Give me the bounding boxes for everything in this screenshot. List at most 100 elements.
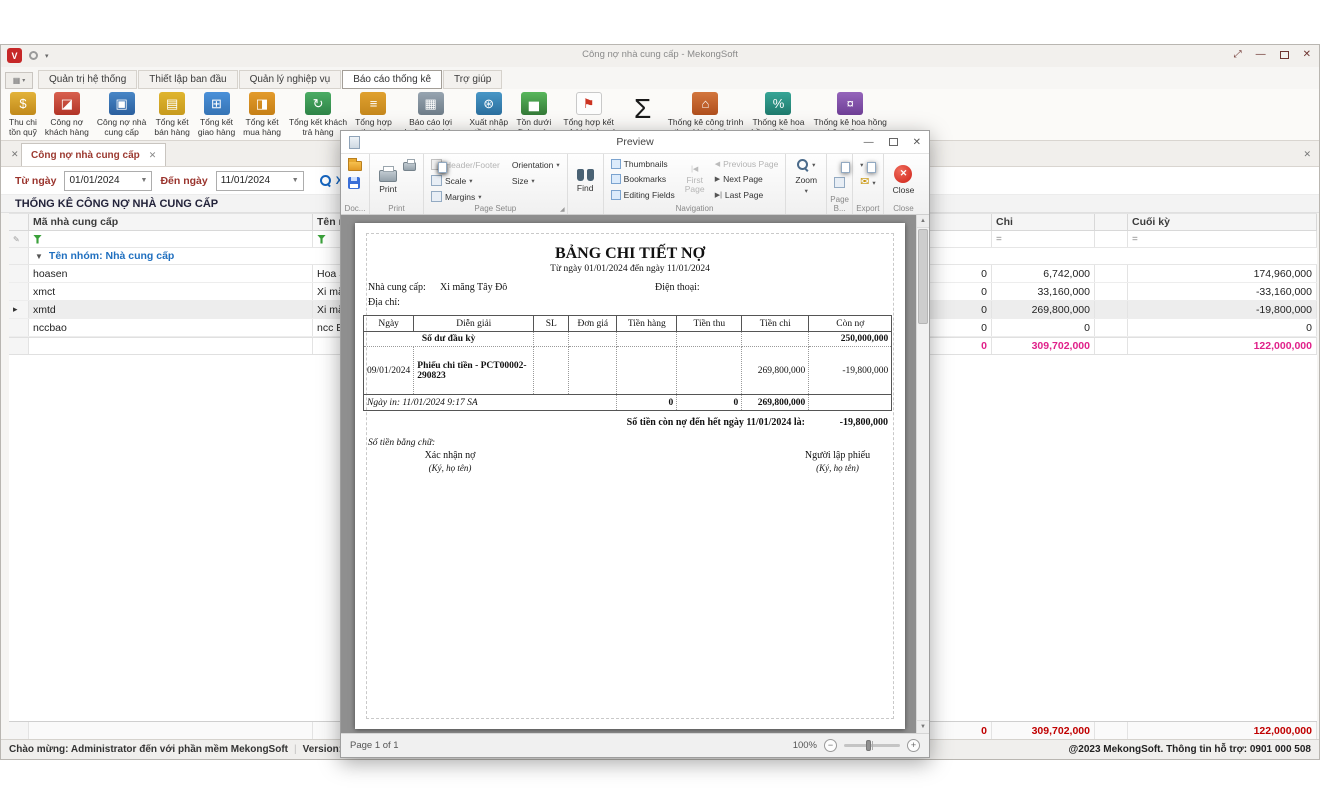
grand-total-chi: 309,702,000	[992, 722, 1095, 739]
to-date-input[interactable]: 11/01/2024 ▼	[216, 171, 304, 191]
preview-scrollbar[interactable]: ▲ ▼	[916, 215, 929, 733]
last-page-button[interactable]: ▶|Last Page	[713, 188, 781, 202]
scroll-up-icon[interactable]: ▲	[917, 215, 929, 228]
quick-print-button[interactable]	[401, 157, 418, 172]
filter-funnel-icon[interactable]	[317, 235, 326, 244]
tab-thiet-lap-ban-dau[interactable]: Thiết lập ban đầu	[138, 70, 237, 89]
return-arrow-icon: ↻	[305, 92, 331, 115]
window-controls: ⤢ — ✕	[1234, 49, 1311, 61]
close-button[interactable]: ✕	[1303, 49, 1311, 61]
collapse-triangle-icon[interactable]: ▼	[35, 252, 43, 261]
col-header-chi[interactable]: Chi	[992, 214, 1095, 230]
total-chi: 309,702,000	[992, 338, 1095, 354]
cell-gap	[1095, 265, 1128, 282]
ribbon-item-tong-ket-mua-hang[interactable]: ◨Tổng kếtmua hàng	[239, 91, 285, 138]
watermark-button[interactable]	[832, 175, 847, 190]
group-document: Doc...	[341, 154, 370, 214]
next-page-button[interactable]: ▶Next Page	[713, 172, 781, 186]
save-document-button[interactable]	[346, 175, 364, 190]
preview-minimize-button[interactable]: —	[864, 137, 874, 148]
minimize-button[interactable]: —	[1256, 49, 1266, 61]
zoom-out-icon[interactable]: −	[824, 739, 837, 752]
tab-quan-tri-he-thong[interactable]: Quản trị hệ thống	[38, 70, 137, 89]
zoom-out-button[interactable]: ▾	[795, 157, 817, 172]
find-button[interactable]: Find	[573, 157, 598, 202]
zoom-percent: 100%	[793, 740, 817, 751]
cell-cuoiky: 0	[1128, 319, 1317, 336]
ribbon-item-tong-ket-giao-hang[interactable]: ⊞Tổng kếtgiao hàng	[194, 91, 239, 138]
filter-funnel-icon[interactable]	[33, 235, 42, 244]
filter-indicator: ✎	[9, 231, 29, 247]
group-label: Export	[853, 204, 882, 214]
col-header-ma[interactable]: Mã nhà cung cấp	[29, 214, 313, 230]
tab-close-icon[interactable]: ✕	[149, 150, 157, 161]
chevron-down-icon[interactable]: ▼	[141, 177, 148, 184]
first-page-button[interactable]: |◀ First Page	[677, 157, 713, 202]
preview-maximize-button[interactable]	[889, 138, 898, 146]
close-preview-button[interactable]: ✕ Close	[889, 157, 919, 202]
filter-cell-chi[interactable]: =	[992, 231, 1095, 247]
fullscreen-button[interactable]: ⤢	[1234, 49, 1242, 61]
chevron-down-icon: ▾	[812, 161, 815, 169]
export-file-button[interactable]: ▾	[858, 157, 877, 172]
zoom-slider[interactable]	[844, 744, 900, 747]
zoom-in-icon[interactable]: +	[907, 739, 920, 752]
scale-button[interactable]: Scale▾	[429, 173, 502, 188]
preview-title-bar[interactable]: Preview — ✕	[341, 131, 929, 153]
last-page-icon: ▶|	[715, 191, 722, 199]
cell-gap	[1095, 283, 1128, 300]
filter-cell-ma[interactable]	[29, 231, 313, 247]
zoom-button[interactable]: Zoom ▾	[791, 175, 821, 196]
col-header-cuoiky[interactable]: Cuối kỳ	[1128, 214, 1317, 230]
editing-fields-icon	[611, 190, 621, 200]
editing-fields-toggle[interactable]: Editing Fields	[609, 188, 677, 202]
app-menu-button[interactable]: ▦▾	[5, 72, 33, 89]
ribbon-item-tong-ket-ban-hang[interactable]: ▤Tổng kếtbán hàng	[150, 91, 193, 138]
open-folder-icon	[348, 161, 362, 171]
page-color-button[interactable]	[832, 157, 847, 172]
filter-cell-gap[interactable]	[1095, 231, 1128, 247]
group-label: Doc...	[341, 204, 369, 214]
size-button[interactable]: Size▾	[510, 173, 562, 188]
group-label: Page Setup	[424, 204, 567, 214]
cell-gap	[1095, 301, 1128, 318]
scrollbar-thumb[interactable]	[918, 229, 928, 324]
tab-bao-cao-thong-ke[interactable]: Báo cáo thống kê	[342, 70, 442, 89]
scroll-down-icon[interactable]: ▼	[917, 720, 929, 733]
tabstrip-close-icon[interactable]: ✕	[1303, 149, 1311, 160]
ribbon-item-cong-no-nha-cung-cap[interactable]: ▣Công nợ nhàcung cấp	[93, 91, 151, 138]
separator: |	[294, 744, 297, 755]
row-indicator	[9, 265, 29, 282]
previous-page-button[interactable]: ◀Previous Page	[713, 157, 781, 171]
total-cuoiky: 122,000,000	[1128, 338, 1317, 354]
cell-chi: 33,160,000	[992, 283, 1095, 300]
from-date-input[interactable]: 01/01/2024 ▼	[64, 171, 152, 191]
margins-button[interactable]: Margins▾	[429, 189, 502, 204]
print-button[interactable]: Print	[375, 157, 401, 202]
tab-quan-ly-nghiep-vu[interactable]: Quản lý nghiệp vụ	[239, 70, 342, 89]
thumbnails-toggle[interactable]: Thumbnails	[609, 157, 677, 171]
group-zoom: ▾ Zoom ▾	[786, 154, 827, 214]
open-document-button[interactable]	[346, 157, 364, 172]
dialog-launcher-icon[interactable]: ◢	[560, 206, 565, 213]
next-page-icon: ▶	[715, 175, 720, 183]
tab-cong-no-nha-cung-cap[interactable]: Công nợ nhà cung cấp ✕	[21, 143, 166, 166]
send-email-button[interactable]: ✉▾	[858, 175, 877, 190]
orientation-button[interactable]: Orientation▾	[510, 157, 562, 172]
signature-block: Xác nhận nợ (Ký, họ tên) Người lập phiếu…	[355, 450, 905, 490]
cell-ma: xmtd	[29, 301, 313, 318]
ribbon-item-thu-chi-ton-quy[interactable]: $Thu chitồn quỹ	[5, 91, 41, 138]
zoom-slider-thumb[interactable]	[866, 740, 871, 751]
restore-button[interactable]	[1280, 51, 1289, 59]
col-header-gap[interactable]	[1095, 214, 1128, 230]
close-all-tabs-icon[interactable]: ✕	[11, 149, 19, 160]
ribbon-item-cong-no-khach-hang[interactable]: ◪Công nợkhách hàng	[41, 91, 93, 138]
phone-label: Điện thoại:	[655, 282, 700, 293]
cell-gap	[1095, 319, 1128, 336]
tab-tro-giup[interactable]: Trợ giúp	[443, 70, 502, 89]
ribbon-item-sigma[interactable]: Σ	[622, 91, 664, 129]
bookmarks-toggle[interactable]: Bookmarks	[609, 172, 677, 186]
filter-cell-cuoiky[interactable]: =	[1128, 231, 1317, 247]
chevron-down-icon[interactable]: ▼	[292, 177, 299, 184]
preview-close-button[interactable]: ✕	[913, 137, 921, 148]
